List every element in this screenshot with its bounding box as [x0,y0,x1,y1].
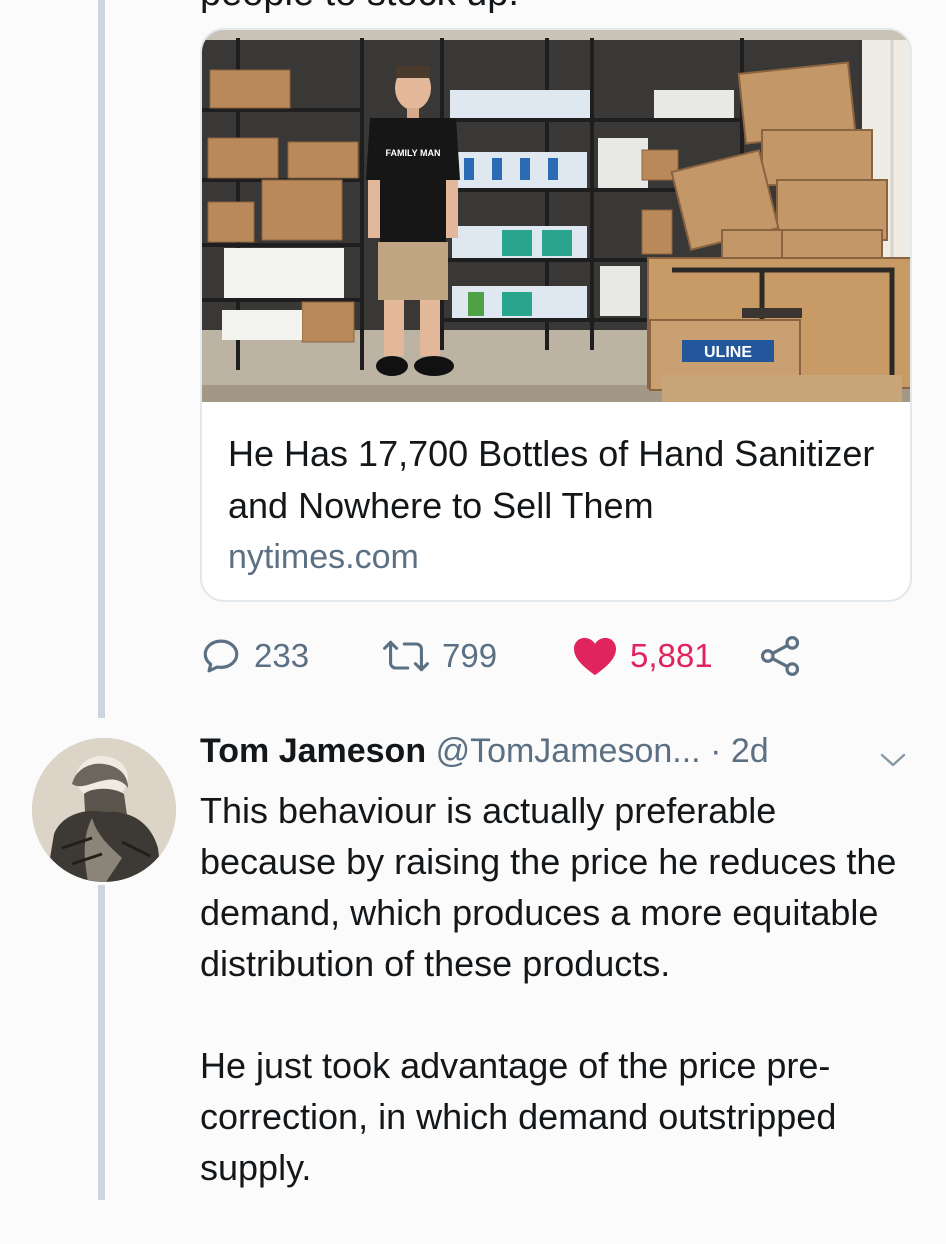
reply-icon [203,639,239,673]
tweet-actions: 233 799 5,881 [200,626,900,686]
thread-line-top [98,0,105,718]
avatar[interactable] [32,738,176,882]
tweet-text: This behaviour is actually preferable be… [200,785,920,1244]
reply-header: Tom Jameson @TomJameson... · 2d [200,732,920,784]
retweet-button[interactable]: 799 [382,626,497,686]
thread-line-bottom [98,885,105,1200]
author-handle[interactable]: @TomJameson... [436,732,701,770]
share-button[interactable] [758,626,802,686]
avatar-portrait [32,738,176,882]
tweet-paragraph-1: This behaviour is actually preferable be… [200,790,897,984]
chevron-down-icon[interactable] [878,750,908,770]
reply-count: 233 [254,637,310,674]
separator-dot: · [710,732,722,770]
like-button[interactable]: 5,881 [572,626,713,686]
timestamp[interactable]: 2d [731,732,769,770]
heart-icon [574,637,616,676]
previous-tweet-text: people to stock up. [200,0,519,15]
card-image: ULINE FAMILY MAN [202,30,910,402]
uline-label: ULINE [704,344,752,361]
reply-button[interactable]: 233 [200,626,309,686]
card-domain: nytimes.com [228,538,419,576]
author-name[interactable]: Tom Jameson [200,732,426,770]
retweet-icon [383,640,429,672]
tweet-paragraph-2: He just took advantage of the price pre-… [200,1045,837,1188]
like-count: 5,881 [630,637,713,674]
share-icon [760,636,800,676]
card-title[interactable]: He Has 17,700 Bottles of Hand Sanitizer … [228,428,888,532]
shirt-text: FAMILY MAN [385,148,440,158]
retweet-count: 799 [442,637,498,674]
link-card[interactable]: ULINE FAMILY MAN He Has 17,700 Bottles o… [200,28,912,602]
